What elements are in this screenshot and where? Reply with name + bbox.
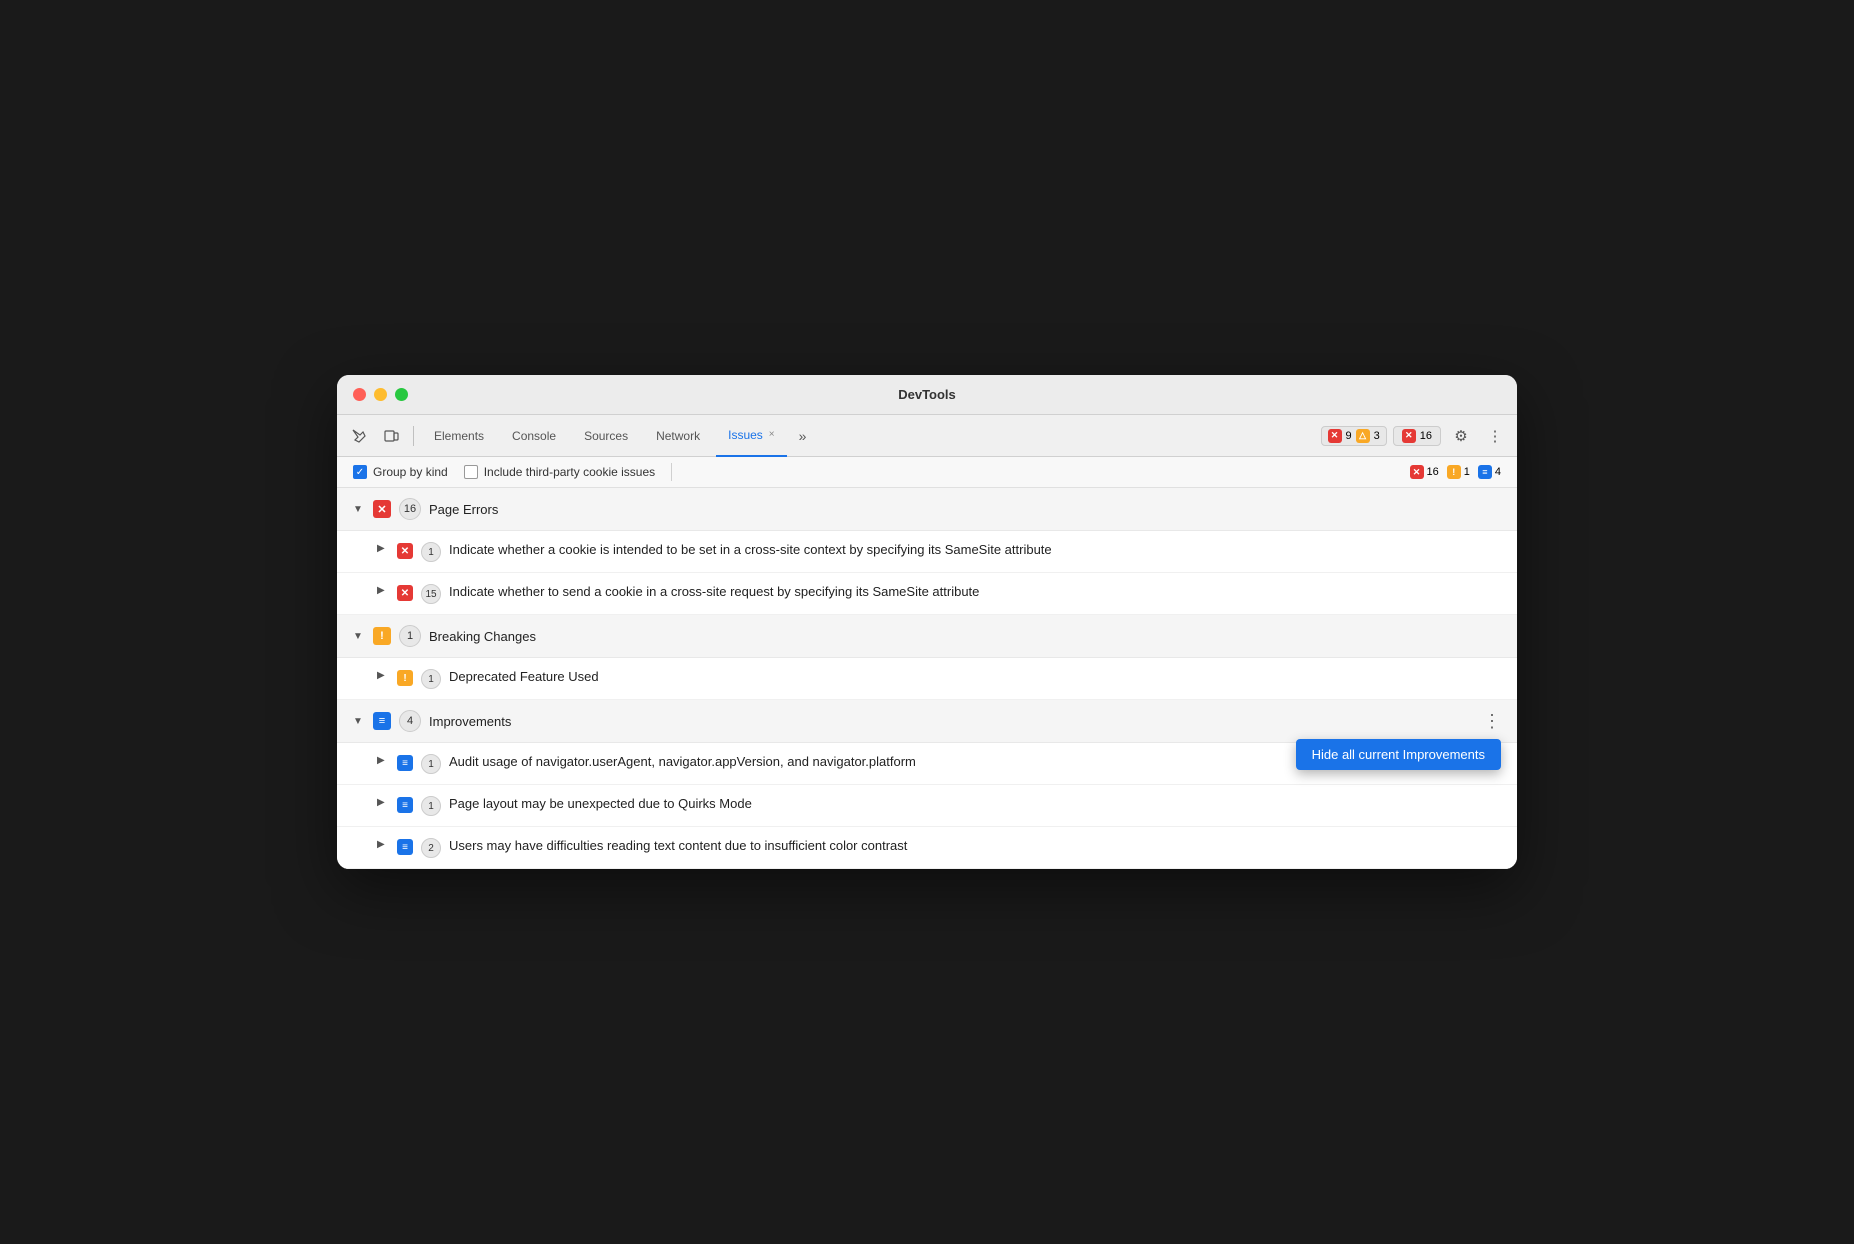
titlebar: DevTools (337, 375, 1517, 415)
page-errors-title: Page Errors (429, 502, 498, 517)
page-errors-icon: ✕ (373, 500, 391, 518)
minimize-button[interactable] (374, 388, 387, 401)
window-controls (353, 388, 408, 401)
issue-row[interactable]: ▶ ! 1 Deprecated Feature Used (337, 658, 1517, 700)
tab-issues[interactable]: Issues × (716, 415, 787, 457)
issue-row[interactable]: ▶ ✕ 1 Indicate whether a cookie is inten… (337, 531, 1517, 573)
breaking-changes-title: Breaking Changes (429, 629, 536, 644)
improvement-count-icon: ≡ (1478, 465, 1492, 479)
group-by-kind-check: ✓ (353, 465, 367, 479)
issue-count-badge: 1 (421, 669, 441, 689)
device-toolbar-icon[interactable] (377, 422, 405, 450)
issue-text: Indicate whether a cookie is intended to… (449, 541, 1052, 559)
issue-improvement-icon: ≡ (397, 839, 413, 855)
issue-count-badge: 1 (421, 796, 441, 816)
breaking-changes-chevron: ▼ (353, 631, 365, 642)
improvements-badge: 4 (399, 710, 421, 732)
issue-text: Audit usage of navigator.userAgent, navi… (449, 753, 916, 771)
maximize-button[interactable] (395, 388, 408, 401)
issue-row[interactable]: ▶ ✕ 15 Indicate whether to send a cookie… (337, 573, 1517, 615)
improvements-chevron: ▼ (353, 716, 365, 727)
improvement-count: ≡ 4 (1478, 465, 1501, 479)
issue-text: Page layout may be unexpected due to Qui… (449, 795, 752, 813)
improvements-icon: ≡ (373, 712, 391, 730)
issue-chevron: ▶ (377, 670, 389, 681)
window-title: DevTools (898, 387, 956, 402)
warning-icon: △ (1356, 429, 1370, 443)
page-errors-badge: 16 (399, 498, 421, 520)
issues-count-badge: ✕ 16 (1393, 426, 1441, 446)
improvements-title: Improvements (429, 714, 511, 729)
issue-chevron: ▶ (377, 755, 389, 766)
issue-error-icon: ✕ (397, 543, 413, 559)
more-tabs[interactable]: » (791, 415, 815, 457)
more-options-icon[interactable]: ⋮ (1481, 422, 1509, 450)
include-cookies-check (464, 465, 478, 479)
badge-error-icon: ✕ (1402, 429, 1416, 443)
tab-sources[interactable]: Sources (572, 415, 640, 457)
tab-console[interactable]: Console (500, 415, 568, 457)
section-page-errors[interactable]: ▼ ✕ 16 Page Errors (337, 488, 1517, 531)
toolbar-divider (413, 426, 414, 446)
error-count: ✕ 16 (1410, 465, 1439, 479)
include-cookies-checkbox[interactable]: Include third-party cookie issues (464, 465, 655, 479)
issue-counts: ✕ 16 ! 1 ≡ 4 (1410, 465, 1502, 479)
three-dots-icon[interactable]: ⋮ (1483, 712, 1501, 730)
issues-content: ▼ ✕ 16 Page Errors ▶ ✕ 1 Indicate whethe… (337, 488, 1517, 869)
group-by-kind-checkbox[interactable]: ✓ Group by kind (353, 465, 448, 479)
toolbar-right: ✕ 9 △ 3 ✕ 16 ⚙ ⋮ (1321, 422, 1510, 450)
breaking-changes-icon: ! (373, 627, 391, 645)
issue-improvement-icon: ≡ (397, 755, 413, 771)
warning-count: ! 1 (1447, 465, 1470, 479)
inspector-icon[interactable] (345, 422, 373, 450)
issue-text: Users may have difficulties reading text… (449, 837, 907, 855)
settings-icon[interactable]: ⚙ (1447, 422, 1475, 450)
issue-error-icon: ✕ (397, 585, 413, 601)
subbar-divider (671, 463, 672, 481)
issue-text: Indicate whether to send a cookie in a c… (449, 583, 979, 601)
issue-warning-icon: ! (397, 670, 413, 686)
error-icon: ✕ (1328, 429, 1342, 443)
toolbar: Elements Console Sources Network Issues … (337, 415, 1517, 457)
devtools-window: DevTools Elements Console Sources Networ… (337, 375, 1517, 869)
issue-count-badge: 1 (421, 754, 441, 774)
subbar: ✓ Group by kind Include third-party cook… (337, 457, 1517, 488)
issue-chevron: ▶ (377, 543, 389, 554)
issue-count-badge: 2 (421, 838, 441, 858)
issue-count-badge: 1 (421, 542, 441, 562)
issue-row[interactable]: ▶ ≡ 1 Page layout may be unexpected due … (337, 785, 1517, 827)
error-warning-badge: ✕ 9 △ 3 (1321, 426, 1387, 446)
breaking-changes-badge: 1 (399, 625, 421, 647)
issue-chevron: ▶ (377, 797, 389, 808)
improvements-more-button[interactable]: ⋮ Hide all current Improvements (1483, 711, 1501, 732)
section-breaking-changes[interactable]: ▼ ! 1 Breaking Changes (337, 615, 1517, 658)
page-errors-chevron: ▼ (353, 504, 365, 515)
issue-improvement-icon: ≡ (397, 797, 413, 813)
issue-text: Deprecated Feature Used (449, 668, 599, 686)
hide-improvements-tooltip[interactable]: Hide all current Improvements (1296, 739, 1501, 770)
tab-network[interactable]: Network (644, 415, 712, 457)
tab-elements[interactable]: Elements (422, 415, 496, 457)
warning-count-icon: ! (1447, 465, 1461, 479)
issue-count-badge: 15 (421, 584, 441, 604)
section-improvements[interactable]: ▼ ≡ 4 Improvements ⋮ Hide all current Im… (337, 700, 1517, 743)
error-count-icon: ✕ (1410, 465, 1424, 479)
issue-chevron: ▶ (377, 839, 389, 850)
issue-row[interactable]: ▶ ≡ 2 Users may have difficulties readin… (337, 827, 1517, 869)
issue-chevron: ▶ (377, 585, 389, 596)
close-button[interactable] (353, 388, 366, 401)
close-issues-tab[interactable]: × (769, 429, 775, 440)
